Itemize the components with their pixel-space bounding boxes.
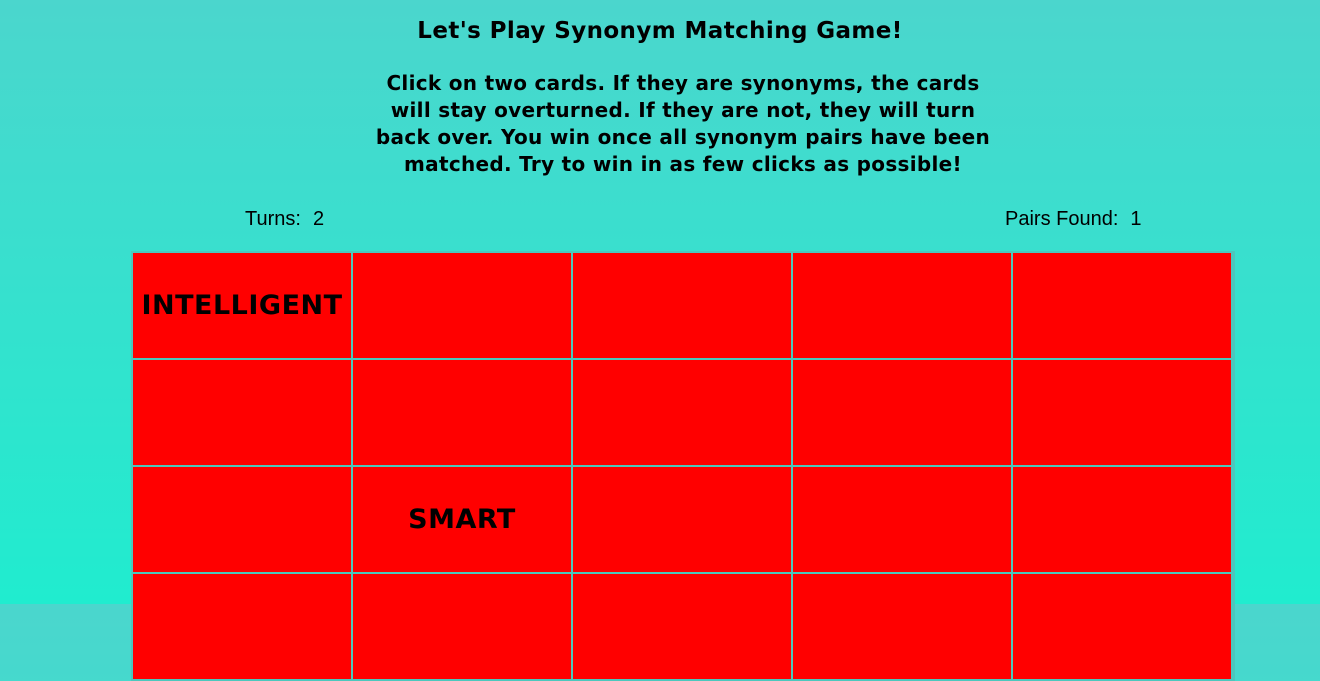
pairs-found-label: Pairs Found: — [1005, 208, 1119, 230]
card-2[interactable] — [353, 253, 571, 358]
turns-value: 2 — [312, 208, 325, 230]
card-4[interactable] — [793, 253, 1011, 358]
card-12[interactable]: SMART — [353, 467, 571, 572]
card-7[interactable] — [353, 360, 571, 465]
card-9[interactable] — [793, 360, 1011, 465]
turns-counter: Turns: 2 — [245, 208, 324, 231]
game-title: Let's Play Synonym Matching Game! — [417, 18, 903, 44]
card-20[interactable] — [1013, 574, 1231, 679]
card-15[interactable] — [1013, 467, 1231, 572]
card-11[interactable] — [133, 467, 351, 572]
card-18[interactable] — [573, 574, 791, 679]
card-19[interactable] — [793, 574, 1011, 679]
card-board: INTELLIGENT SMART — [131, 251, 1235, 681]
turns-label: Turns: — [245, 208, 301, 230]
card-13[interactable] — [573, 467, 791, 572]
card-3[interactable] — [573, 253, 791, 358]
card-14[interactable] — [793, 467, 1011, 572]
card-10[interactable] — [1013, 360, 1231, 465]
card-1[interactable]: INTELLIGENT — [133, 253, 351, 358]
card-17[interactable] — [353, 574, 571, 679]
card-16[interactable] — [133, 574, 351, 679]
card-8[interactable] — [573, 360, 791, 465]
card-5[interactable] — [1013, 253, 1231, 358]
pairs-found-value: 1 — [1130, 208, 1142, 230]
game-instructions: Click on two cards. If they are synonyms… — [375, 71, 991, 176]
card-6[interactable] — [133, 360, 351, 465]
pairs-found-counter: Pairs Found: 1 — [1005, 208, 1142, 231]
